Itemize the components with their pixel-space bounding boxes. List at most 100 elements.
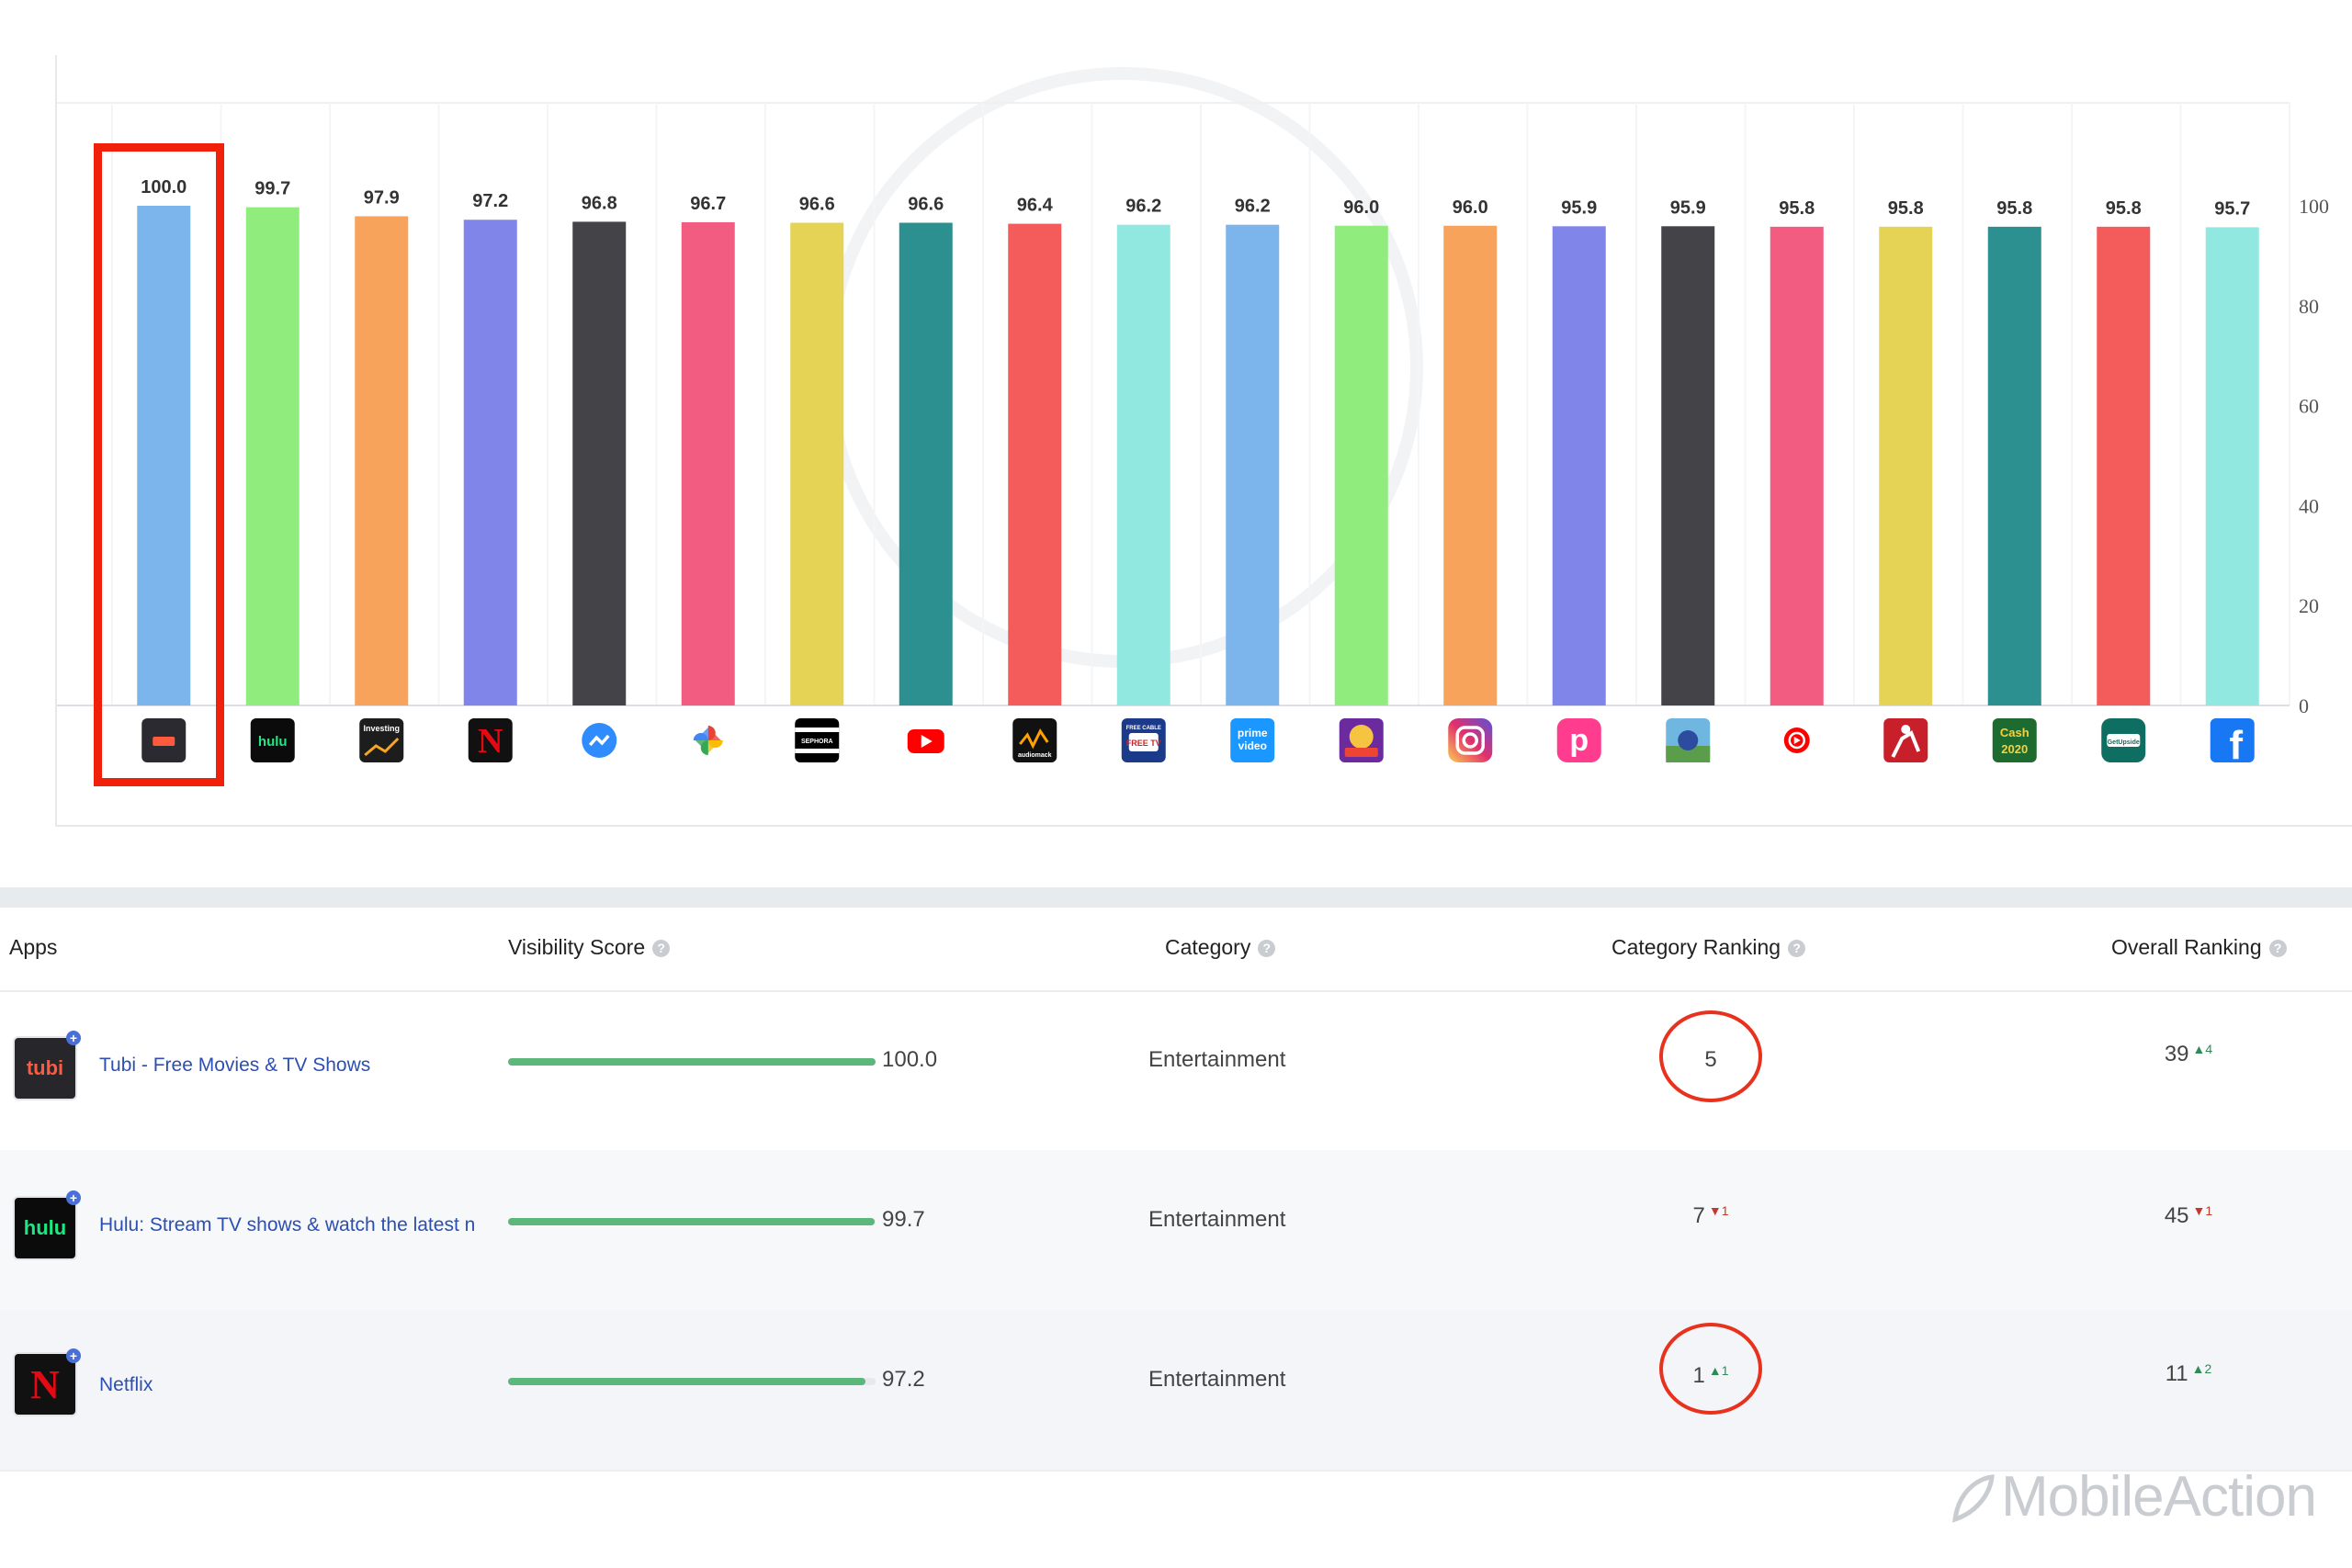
- header-apps[interactable]: Apps: [9, 935, 57, 960]
- bar-value-label: 95.8: [1888, 198, 1924, 219]
- bar-sephora[interactable]: [790, 222, 844, 706]
- add-app-icon[interactable]: +: [66, 1190, 81, 1205]
- bar-youtube[interactable]: [899, 222, 953, 706]
- free-cable-tv-icon[interactable]: FREE CABLE FREE TV: [1121, 718, 1166, 762]
- category-rank: 5: [1656, 1047, 1766, 1073]
- table-row[interactable]: N + Netflix 97.2 Entertainment 1 ▲1 11 ▲2: [0, 1310, 2352, 1472]
- game-icon[interactable]: [1666, 718, 1711, 762]
- header-apps-label: Apps: [9, 935, 58, 959]
- help-icon[interactable]: ?: [652, 940, 671, 957]
- youtube-icon[interactable]: [903, 718, 948, 762]
- header-category-label: Category: [1165, 935, 1251, 959]
- header-category-ranking[interactable]: Category Ranking?: [1611, 935, 1806, 960]
- icon-text: Investing: [363, 724, 400, 733]
- header-category[interactable]: Category?: [1165, 935, 1276, 960]
- header-visibility-score[interactable]: Visibility Score?: [508, 935, 671, 960]
- icon-mark: [1678, 730, 1699, 750]
- bar-value-label: 99.7: [254, 179, 290, 199]
- bar-cash-2020[interactable]: [1987, 226, 2041, 705]
- visibility-score-fill: [508, 1378, 865, 1385]
- bar-value-label: 97.2: [472, 191, 508, 211]
- icon-bg: [1448, 718, 1493, 762]
- app-name-link[interactable]: Tubi - Free Movies & TV Shows: [99, 1055, 494, 1077]
- bar-facebook[interactable]: [2205, 227, 2259, 706]
- rank-change-up: ▲2: [2191, 1361, 2212, 1376]
- category-value: Entertainment: [1148, 1207, 1286, 1232]
- netflix-icon[interactable]: N: [468, 718, 513, 762]
- tubi-icon[interactable]: tubi: [15, 1038, 75, 1099]
- bar-messenger[interactable]: [572, 221, 627, 705]
- app-table: Apps Visibility Score? Category? Categor…: [0, 908, 2352, 1472]
- category-rank-value: 1: [1692, 1363, 1705, 1388]
- bar-free-cable-tv[interactable]: [1116, 224, 1170, 705]
- cash-2020-icon[interactable]: Cash 2020: [1992, 718, 2037, 762]
- youtube-music-icon[interactable]: [1774, 718, 1819, 762]
- pinwheel-icon[interactable]: [685, 718, 730, 762]
- bar-audiomack[interactable]: [1008, 223, 1062, 706]
- bar-getupside[interactable]: [2097, 226, 2151, 705]
- app-name-link[interactable]: Netflix: [99, 1374, 494, 1396]
- icon-mark: [795, 749, 840, 753]
- chart-panel: 100.0 99.7 97.9 97.2 96.8 96.7 96.6 96.6 96.4 96.…: [55, 55, 2352, 827]
- sephora-icon[interactable]: SEPHORA: [795, 718, 840, 762]
- bar-value-label: 95.8: [1779, 198, 1815, 219]
- instagram-icon[interactable]: [1448, 718, 1493, 762]
- bar-investing[interactable]: [355, 216, 409, 705]
- hulu-icon[interactable]: hulu: [250, 718, 295, 762]
- bar-game[interactable]: [1661, 226, 1715, 705]
- visibility-score-value: 99.7: [882, 1207, 925, 1232]
- header-overall-ranking[interactable]: Overall Ranking?: [2111, 935, 2287, 960]
- overall-rank-value: 39: [2164, 1042, 2189, 1066]
- visibility-score-bar: [508, 1378, 876, 1385]
- getupside-icon[interactable]: GetUpside: [2101, 718, 2146, 762]
- icon-text: Cash: [2000, 726, 2030, 739]
- tubi-icon-text: tubi: [26, 1056, 64, 1079]
- overall-rank-value: 45: [2164, 1203, 2189, 1228]
- bar-netflix[interactable]: [463, 220, 517, 705]
- bar-youtube-music[interactable]: [1770, 226, 1824, 705]
- bar-value-label: 95.8: [2106, 198, 2142, 219]
- icon-text: p: [1569, 723, 1589, 758]
- audiomack-icon[interactable]: audiomack: [1012, 718, 1057, 762]
- y-tick-label: 60: [2299, 395, 2319, 418]
- add-app-icon[interactable]: +: [66, 1348, 81, 1363]
- app-name-link[interactable]: Hulu: Stream TV shows & watch the latest…: [99, 1214, 494, 1236]
- bar-fitness[interactable]: [1879, 226, 1933, 705]
- hulu-icon[interactable]: hulu: [15, 1198, 75, 1258]
- bar-instagram[interactable]: [1443, 225, 1498, 705]
- bar-value-label: 96.2: [1235, 197, 1271, 217]
- bar-slots[interactable]: [1334, 225, 1388, 705]
- bar-pinwheel[interactable]: [681, 221, 735, 705]
- picsart-icon[interactable]: p: [1556, 718, 1601, 762]
- netflix-icon[interactable]: N: [15, 1354, 75, 1415]
- add-app-icon[interactable]: +: [66, 1031, 81, 1045]
- table-header: Apps Visibility Score? Category? Categor…: [0, 908, 2352, 992]
- icon-text: GetUpside: [2108, 739, 2140, 746]
- messenger-icon[interactable]: [577, 718, 622, 762]
- icon-text: SEPHORA: [801, 739, 833, 745]
- icon-text: audiomack: [1018, 752, 1052, 759]
- facebook-icon[interactable]: f: [2210, 718, 2255, 768]
- icon-mark: [795, 728, 840, 732]
- icon-text: hulu: [258, 734, 288, 750]
- bar-prime-video[interactable]: [1226, 224, 1280, 705]
- prime-video-icon[interactable]: primevideo: [1230, 718, 1275, 762]
- icon-mark: [1344, 748, 1378, 757]
- bar-hulu[interactable]: [245, 207, 300, 705]
- help-icon[interactable]: ?: [1788, 940, 1806, 957]
- table-row[interactable]: hulu + Hulu: Stream TV shows & watch the…: [0, 1150, 2352, 1312]
- icon-text: prime: [1238, 727, 1268, 739]
- icon-text: f: [2229, 723, 2243, 768]
- fitness-icon[interactable]: [1883, 718, 1928, 762]
- icon-text: FREE TV: [1126, 739, 1161, 748]
- slots-icon[interactable]: [1339, 718, 1384, 762]
- table-row[interactable]: tubi + Tubi - Free Movies & TV Shows 100…: [0, 990, 2352, 1152]
- bar-picsart[interactable]: [1552, 226, 1606, 705]
- y-tick-label: 80: [2299, 295, 2319, 318]
- help-icon[interactable]: ?: [1258, 940, 1276, 957]
- icon-text: video: [1238, 739, 1267, 752]
- visibility-score-fill: [508, 1218, 875, 1225]
- visibility-score-value: 97.2: [882, 1367, 925, 1392]
- help-icon[interactable]: ?: [2268, 940, 2287, 957]
- investing-icon[interactable]: Investing: [359, 718, 404, 762]
